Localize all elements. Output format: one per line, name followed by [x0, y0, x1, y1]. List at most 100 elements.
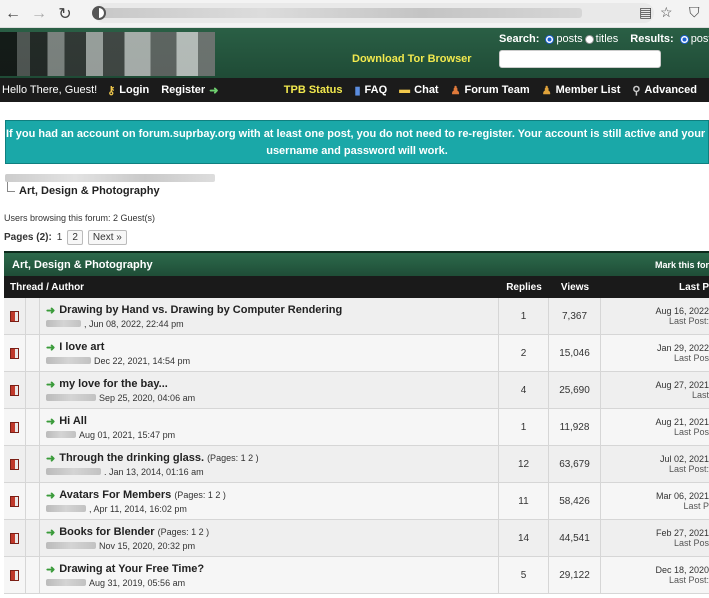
thread-table: Art, Design & Photography Mark this for …: [4, 251, 709, 594]
thread-views: 25,690: [549, 372, 601, 408]
search-input[interactable]: [499, 50, 661, 68]
thread-author-blurred[interactable]: [46, 357, 91, 364]
tpb-status-link[interactable]: TPB Status: [284, 84, 343, 96]
breadcrumb-blurred[interactable]: [5, 174, 215, 182]
col-replies[interactable]: Replies: [499, 282, 549, 293]
column-headers: Thread / Author Replies Views Last P: [4, 276, 709, 298]
go-to-first-unread-icon[interactable]: ➜: [46, 341, 55, 354]
thread-replies[interactable]: 1: [499, 298, 549, 334]
thread-replies[interactable]: 4: [499, 372, 549, 408]
last-post-link[interactable]: Last Post:: [669, 316, 709, 326]
search-titles-radio[interactable]: [584, 34, 594, 44]
shield-icon[interactable]: ⛉: [689, 4, 700, 21]
breadcrumb-tree-line: [7, 182, 15, 192]
thread-replies[interactable]: 14: [499, 520, 549, 556]
thread-replies[interactable]: 5: [499, 557, 549, 593]
search-posts-radio[interactable]: [545, 34, 555, 44]
thread-author-blurred[interactable]: [46, 505, 86, 512]
register-link[interactable]: Register ➜: [161, 84, 222, 97]
last-post-link[interactable]: Last Pos: [674, 427, 709, 437]
last-post-link[interactable]: Last Post:: [669, 575, 709, 585]
thread-last-post: Dec 18, 2020 Last Post:: [601, 557, 709, 593]
back-arrow-icon[interactable]: ←: [0, 1, 26, 27]
site-logo[interactable]: [0, 32, 215, 76]
last-post-link[interactable]: Last Post:: [669, 464, 709, 474]
thread-pages[interactable]: (Pages: 1 2 ): [158, 527, 210, 537]
thread-replies[interactable]: 11: [499, 483, 549, 519]
thread-icon-cell: [26, 446, 40, 482]
members-icon: ♟: [541, 84, 552, 97]
last-post-date: Dec 18, 2020: [655, 565, 709, 575]
go-to-first-unread-icon[interactable]: ➜: [46, 489, 55, 502]
go-to-first-unread-icon[interactable]: ➜: [46, 452, 55, 465]
thread-last-post: Jan 29, 2022 Last Pos: [601, 335, 709, 371]
thread-title-link[interactable]: Drawing by Hand vs. Drawing by Computer …: [59, 304, 342, 316]
mark-forum-read-link[interactable]: Mark this for: [655, 260, 709, 270]
go-to-first-unread-icon[interactable]: ➜: [46, 378, 55, 391]
col-last-post[interactable]: Last P: [601, 282, 709, 293]
last-post-date: Jan 29, 2022: [656, 343, 709, 353]
table-row: ➜ Through the drinking glass. (Pages: 1 …: [4, 446, 709, 483]
thread-icon-cell: [26, 335, 40, 371]
thread-title-link[interactable]: Through the drinking glass.: [59, 452, 204, 464]
last-post-link[interactable]: Last Pos: [674, 538, 709, 548]
last-post-link[interactable]: Last P: [683, 501, 709, 511]
thread-replies[interactable]: 12: [499, 446, 549, 482]
thread-author-blurred[interactable]: [46, 394, 96, 401]
last-post-link[interactable]: Last: [692, 390, 709, 400]
thread-title-link[interactable]: I love art: [59, 341, 104, 353]
thread-title-link[interactable]: Hi All: [59, 415, 87, 427]
advanced-search-link[interactable]: ⚲ Advanced: [632, 84, 697, 97]
col-thread-author[interactable]: Thread / Author: [4, 282, 499, 293]
search-options: Search: posts titles Results: posts: [499, 33, 709, 45]
go-to-first-unread-icon[interactable]: ➜: [46, 563, 55, 576]
thread-title-link[interactable]: Avatars For Members: [59, 489, 171, 501]
go-to-first-unread-icon[interactable]: ➜: [46, 415, 55, 428]
results-posts-radio[interactable]: [679, 34, 689, 44]
site-header: Download Tor Browser Search: posts title…: [0, 28, 709, 78]
last-post-date: Mar 06, 2021: [655, 491, 709, 501]
thread-author-blurred[interactable]: [46, 579, 86, 586]
thread-replies[interactable]: 1: [499, 409, 549, 445]
address-bar[interactable]: [94, 3, 654, 23]
thread-replies[interactable]: 2: [499, 335, 549, 371]
guest-greeting: Hello There, Guest!: [2, 84, 98, 96]
thread-pages[interactable]: (Pages: 1 2 ): [174, 490, 226, 500]
thread-pages[interactable]: (Pages: 1 2 ): [207, 453, 259, 463]
page-2-link[interactable]: 2: [67, 230, 83, 245]
forum-team-link[interactable]: ♟ Forum Team: [451, 84, 530, 97]
download-tor-link[interactable]: Download Tor Browser: [352, 53, 472, 65]
thread-author-blurred[interactable]: [46, 542, 96, 549]
thread-icon-cell: [26, 557, 40, 593]
bookmark-star-icon[interactable]: ☆: [660, 4, 673, 21]
col-views[interactable]: Views: [549, 282, 601, 293]
thread-title-link[interactable]: Books for Blender: [59, 526, 154, 538]
thread-subject-cell: ➜ I love art Dec 22, 2021, 14:54 pm: [40, 335, 499, 371]
faq-link[interactable]: ▮ FAQ: [354, 84, 387, 97]
last-post-date: Aug 21, 2021: [655, 417, 709, 427]
thread-author-blurred[interactable]: [46, 468, 101, 475]
table-row: ➜ Books for Blender (Pages: 1 2 ) Nov 15…: [4, 520, 709, 557]
thread-views: 29,122: [549, 557, 601, 593]
forward-arrow-icon[interactable]: →: [26, 1, 52, 27]
thread-subject-cell: ➜ Avatars For Members (Pages: 1 2 ) , Ap…: [40, 483, 499, 519]
thread-author-blurred[interactable]: [46, 431, 76, 438]
go-to-first-unread-icon[interactable]: ➜: [46, 304, 55, 317]
reload-icon[interactable]: ↻: [52, 1, 78, 27]
thread-title-link[interactable]: my love for the bay...: [59, 378, 168, 390]
search-posts-label: posts: [556, 33, 583, 45]
thread-title-link[interactable]: Drawing at Your Free Time?: [59, 563, 204, 575]
site-info-icon[interactable]: [92, 6, 106, 20]
thread-author-blurred[interactable]: [46, 320, 81, 327]
next-page-link[interactable]: Next »: [87, 230, 127, 245]
last-post-date: Feb 27, 2021: [655, 528, 709, 538]
chat-link[interactable]: ▬ Chat: [399, 84, 438, 96]
thread-subject-cell: ➜ Books for Blender (Pages: 1 2 ) Nov 15…: [40, 520, 499, 556]
thread-views: 11,928: [549, 409, 601, 445]
login-link[interactable]: ⚷ Login: [107, 84, 149, 97]
table-row: ➜ Hi All Aug 01, 2021, 15:47 pm 1 11,928…: [4, 409, 709, 446]
go-to-first-unread-icon[interactable]: ➜: [46, 526, 55, 539]
reader-view-icon[interactable]: ▤: [639, 4, 652, 21]
last-post-link[interactable]: Last Pos: [674, 353, 709, 363]
member-list-link[interactable]: ♟ Member List: [542, 84, 621, 97]
